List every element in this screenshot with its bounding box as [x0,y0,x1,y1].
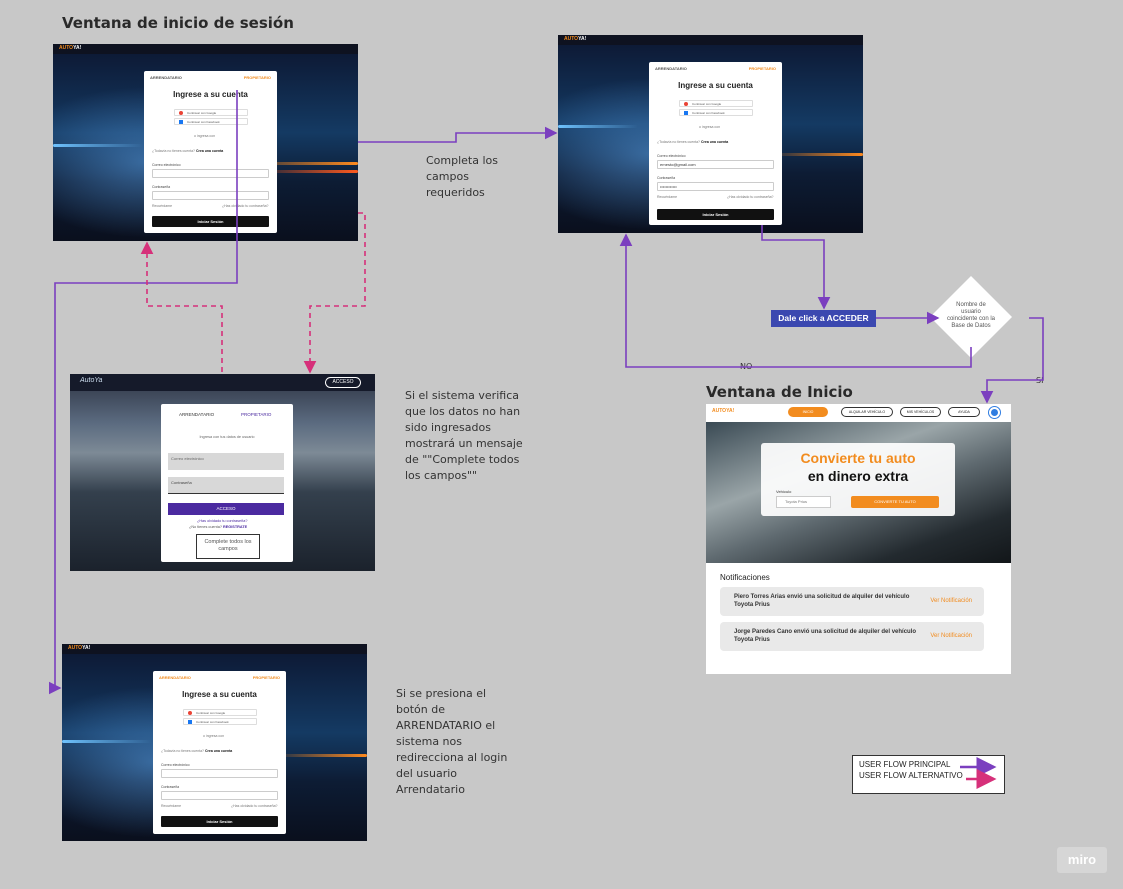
principal-flow-arrow [761,225,831,310]
legend-principal: USER FLOW PRINCIPAL [859,760,951,769]
arrendatario-flow-arrow [48,90,238,695]
alternative-flow-arrow [140,241,223,372]
flow-legend: USER FLOW PRINCIPAL USER FLOW ALTERNATIV… [852,755,1005,794]
principal-flow-arrow [358,126,558,143]
no-flow-arrow [619,233,972,368]
legend-alternative: USER FLOW ALTERNATIVO [859,771,963,780]
yes-flow-arrow [980,317,1044,404]
miro-watermark: miro [1057,847,1107,873]
alternative-flow-arrow [303,212,366,374]
